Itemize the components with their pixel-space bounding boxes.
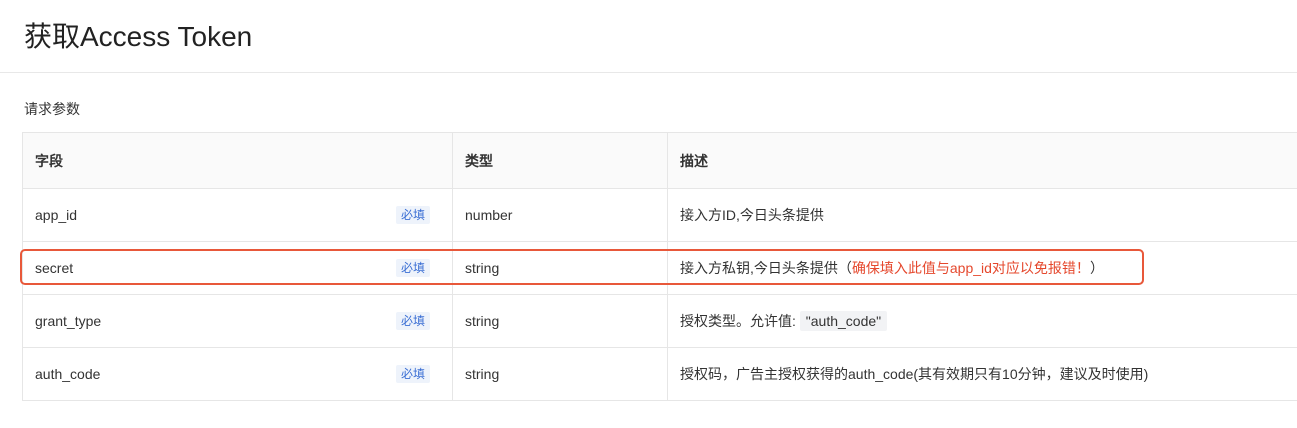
- field-cell: secret 必填: [22, 241, 453, 295]
- section-label: 请求参数: [24, 101, 80, 117]
- request-params-table: 字段 类型 描述 app_id 必填 number 接入方ID,今日头条提供 s…: [22, 132, 1297, 401]
- required-badge: 必填: [395, 365, 430, 383]
- header-description: 描述: [667, 132, 1297, 189]
- type-cell: string: [452, 294, 668, 348]
- title-divider: [0, 72, 1297, 73]
- description-cell: 授权码，广告主授权获得的auth_code(其有效期只有10分钟，建议及时使用): [667, 347, 1297, 401]
- required-badge: 必填: [395, 312, 430, 330]
- type-cell: number: [452, 188, 668, 242]
- table-row: app_id 必填 number 接入方ID,今日头条提供: [22, 188, 1297, 242]
- field-cell: auth_code 必填: [22, 347, 453, 401]
- field-name: app_id: [35, 207, 78, 223]
- table-header-row: 字段 类型 描述: [22, 132, 1297, 189]
- code-value: "auth_code": [799, 311, 888, 331]
- page: 获取Access Token 请求参数 字段 类型 描述 app_id 必填 n…: [0, 0, 1297, 428]
- warning-text: 确保填入此值与app_id对应以免报错！: [851, 260, 1090, 276]
- table-row: secret 必填 string 接入方私钥,今日头条提供（确保填入此值与app…: [22, 241, 1297, 295]
- description-suffix: ）: [1089, 260, 1104, 276]
- header-field: 字段: [22, 132, 453, 189]
- field-name: grant_type: [35, 313, 102, 329]
- required-badge: 必填: [395, 206, 430, 224]
- field-cell: grant_type 必填: [22, 294, 453, 348]
- field-name: secret: [35, 260, 74, 276]
- header-type: 类型: [452, 132, 668, 189]
- description-cell: 授权类型。允许值: "auth_code": [667, 294, 1297, 348]
- description-text: 接入方私钥,今日头条提供（: [680, 260, 852, 276]
- description-cell: 接入方ID,今日头条提供: [667, 188, 1297, 242]
- type-cell: string: [452, 347, 668, 401]
- field-cell: app_id 必填: [22, 188, 453, 242]
- required-badge: 必填: [395, 259, 430, 277]
- description-cell: 接入方私钥,今日头条提供（确保填入此值与app_id对应以免报错！）: [667, 241, 1297, 295]
- page-title: 获取Access Token: [24, 21, 253, 52]
- description-text: 授权类型。允许值:: [680, 313, 800, 329]
- table-row: grant_type 必填 string 授权类型。允许值: "auth_cod…: [22, 294, 1297, 348]
- type-cell: string: [452, 241, 668, 295]
- field-name: auth_code: [35, 366, 101, 382]
- table-row: auth_code 必填 string 授权码，广告主授权获得的auth_cod…: [22, 347, 1297, 401]
